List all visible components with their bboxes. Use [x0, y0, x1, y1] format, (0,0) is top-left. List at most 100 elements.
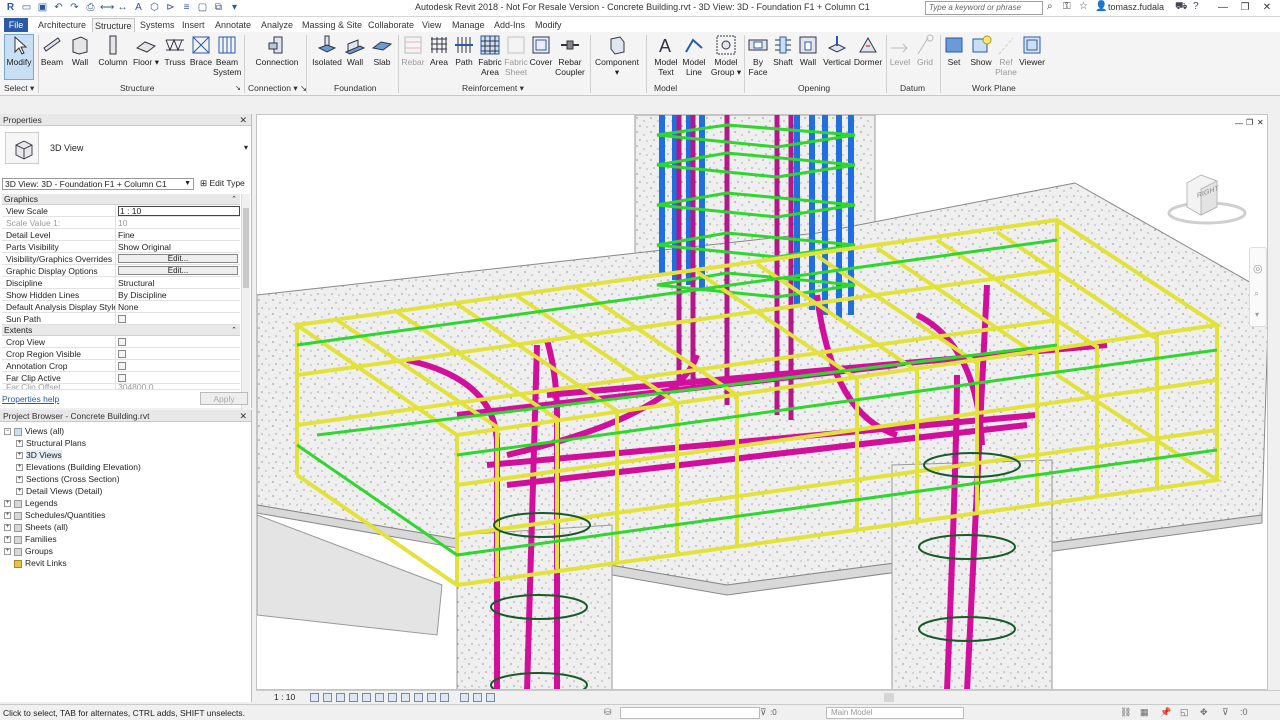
- graphic-display-edit-button[interactable]: Edit...: [118, 266, 238, 275]
- truss-button[interactable]: Truss: [163, 34, 187, 67]
- tab-analyze[interactable]: Analyze: [259, 18, 295, 32]
- tab-systems[interactable]: Systems: [138, 18, 177, 32]
- design-options-selector[interactable]: [620, 707, 760, 719]
- model-group-button[interactable]: Model Group ▾: [710, 34, 742, 77]
- filter-selection-icon[interactable]: ⊽: [1222, 707, 1229, 718]
- grid-button[interactable]: Grid: [913, 34, 937, 67]
- group-graphics[interactable]: Graphics ⌃: [2, 194, 240, 205]
- dimension-icon[interactable]: ↔: [116, 1, 129, 14]
- switch-windows-icon[interactable]: ⧉: [212, 1, 225, 14]
- revit-logo-icon[interactable]: R: [4, 1, 17, 14]
- slab-foundation-button[interactable]: Slab: [370, 34, 394, 67]
- floor-button[interactable]: Floor ▾: [132, 34, 160, 67]
- expand-icon[interactable]: +: [16, 464, 23, 472]
- render-icon[interactable]: [362, 693, 371, 702]
- apply-button[interactable]: Apply: [200, 392, 248, 405]
- wall-opening-button[interactable]: Wall: [797, 34, 819, 67]
- viewport-scrollbar[interactable]: [1268, 114, 1280, 690]
- shaft-button[interactable]: Shaft: [771, 34, 795, 67]
- wall-foundation-button[interactable]: Wall: [344, 34, 366, 67]
- expand-icon[interactable]: +: [16, 452, 23, 460]
- detail-level-value[interactable]: Fine: [116, 229, 240, 240]
- tab-insert[interactable]: Insert: [180, 18, 207, 32]
- parts-visibility-value[interactable]: Show Original: [116, 241, 240, 252]
- lock-view-icon[interactable]: [401, 693, 410, 702]
- brace-button[interactable]: Brace: [189, 34, 213, 67]
- expand-icon[interactable]: +: [16, 440, 23, 448]
- by-face-button[interactable]: By Face: [746, 34, 770, 77]
- show-workplane-button[interactable]: Show: [968, 34, 994, 67]
- path-rebar-button[interactable]: Path: [453, 34, 475, 67]
- crop-view-icon[interactable]: [375, 693, 384, 702]
- beam-button[interactable]: Beam: [40, 34, 64, 67]
- isolated-foundation-button[interactable]: Isolated: [310, 34, 344, 67]
- hidden-lines-value[interactable]: By Discipline: [116, 289, 240, 300]
- type-selector[interactable]: 3D View ▾: [2, 128, 250, 172]
- rebar-button[interactable]: Rebar: [400, 34, 426, 67]
- subscription-icon[interactable]: ⚿: [1063, 1, 1071, 12]
- chevron-down-icon[interactable]: ▾: [244, 143, 248, 152]
- expand-icon[interactable]: +: [16, 488, 23, 496]
- close-icon[interactable]: ✕: [1257, 118, 1264, 127]
- analysis-style-value[interactable]: None: [116, 301, 240, 312]
- shadows-icon[interactable]: [349, 693, 358, 702]
- close-hidden-icon[interactable]: ▢: [196, 1, 209, 14]
- select-underlay-icon[interactable]: ▦: [1140, 707, 1149, 718]
- crop-view-checkbox[interactable]: [118, 338, 126, 346]
- connection-panel-label[interactable]: Connection ▾ ↘: [248, 83, 307, 94]
- search-icon[interactable]: ⌕: [1047, 1, 1053, 12]
- redo-icon[interactable]: ↷: [68, 1, 81, 14]
- tree-node-sheets[interactable]: + Sheets (all): [4, 522, 68, 532]
- collapse-icon[interactable]: ⌃: [231, 194, 237, 205]
- properties-help-link[interactable]: Properties help: [2, 394, 59, 404]
- tab-file[interactable]: File: [4, 18, 28, 32]
- temp-view-props-icon[interactable]: [440, 693, 449, 702]
- expand-icon[interactable]: +: [4, 548, 11, 556]
- dormer-button[interactable]: Dormer: [853, 34, 883, 67]
- tab-massing-site[interactable]: Massing & Site: [300, 18, 364, 32]
- column-button[interactable]: Column: [98, 34, 128, 67]
- section-icon[interactable]: ⊳: [164, 1, 177, 14]
- rebar-model-canvas[interactable]: [257, 115, 1268, 690]
- connection-button[interactable]: Connection: [254, 34, 300, 67]
- tree-node-3d-views[interactable]: +3D Views: [16, 450, 62, 460]
- expand-icon[interactable]: +: [4, 500, 11, 508]
- component-button[interactable]: Component ▾: [594, 34, 640, 77]
- tab-add-ins[interactable]: Add-Ins: [492, 18, 527, 32]
- view-instance-selector[interactable]: 3D View: 3D - Foundation F1 + Column C1 …: [2, 178, 194, 190]
- tree-node-revit-links[interactable]: Revit Links: [14, 558, 67, 568]
- restore-icon[interactable]: ❐: [1246, 118, 1253, 127]
- visual-style-icon[interactable]: [323, 693, 332, 702]
- user-icon[interactable]: 👤: [1095, 1, 1107, 12]
- tree-node-groups[interactable]: + Groups: [4, 546, 53, 556]
- annotation-crop-checkbox[interactable]: [118, 362, 126, 370]
- user-name[interactable]: tomasz.fudala: [1108, 2, 1164, 12]
- tree-node-elevations[interactable]: + Elevations (Building Elevation): [16, 462, 141, 472]
- tree-node-families[interactable]: + Families: [4, 534, 57, 544]
- undo-icon[interactable]: ↶: [52, 1, 65, 14]
- beam-system-button[interactable]: Beam System: [213, 34, 241, 77]
- tree-node-schedules[interactable]: + Schedules/Quantities: [4, 510, 105, 520]
- close-icon[interactable]: ✕: [239, 410, 247, 422]
- 3d-view-icon[interactable]: ⬡: [148, 1, 161, 14]
- far-clip-active-checkbox[interactable]: [118, 374, 126, 382]
- vg-overrides-edit-button[interactable]: Edit...: [118, 254, 238, 263]
- level-button[interactable]: Level: [888, 34, 912, 67]
- discipline-value[interactable]: Structural: [116, 277, 240, 288]
- sun-path-icon[interactable]: [336, 693, 345, 702]
- tab-architecture[interactable]: Architecture: [36, 18, 88, 32]
- search-input[interactable]: Type a keyword or phrase: [925, 1, 1043, 15]
- view-scale-label[interactable]: 1 : 10: [274, 692, 295, 702]
- thin-lines-icon[interactable]: ≡: [180, 1, 193, 14]
- select-pinned-icon[interactable]: 📌: [1160, 707, 1171, 718]
- fabric-area-button[interactable]: Fabric Area: [477, 34, 503, 77]
- expand-icon[interactable]: +: [16, 476, 23, 484]
- fabric-sheet-button[interactable]: Fabric Sheet: [503, 34, 529, 77]
- expand-icon[interactable]: +: [4, 512, 11, 520]
- modify-tool[interactable]: Modify: [4, 34, 34, 67]
- horizontal-scroll-thumb[interactable]: [884, 693, 894, 702]
- active-model-selector[interactable]: Main Model: [826, 707, 964, 719]
- analytical-model-icon[interactable]: [460, 693, 469, 702]
- expand-icon[interactable]: +: [4, 524, 11, 532]
- vertical-opening-button[interactable]: Vertical: [822, 34, 852, 67]
